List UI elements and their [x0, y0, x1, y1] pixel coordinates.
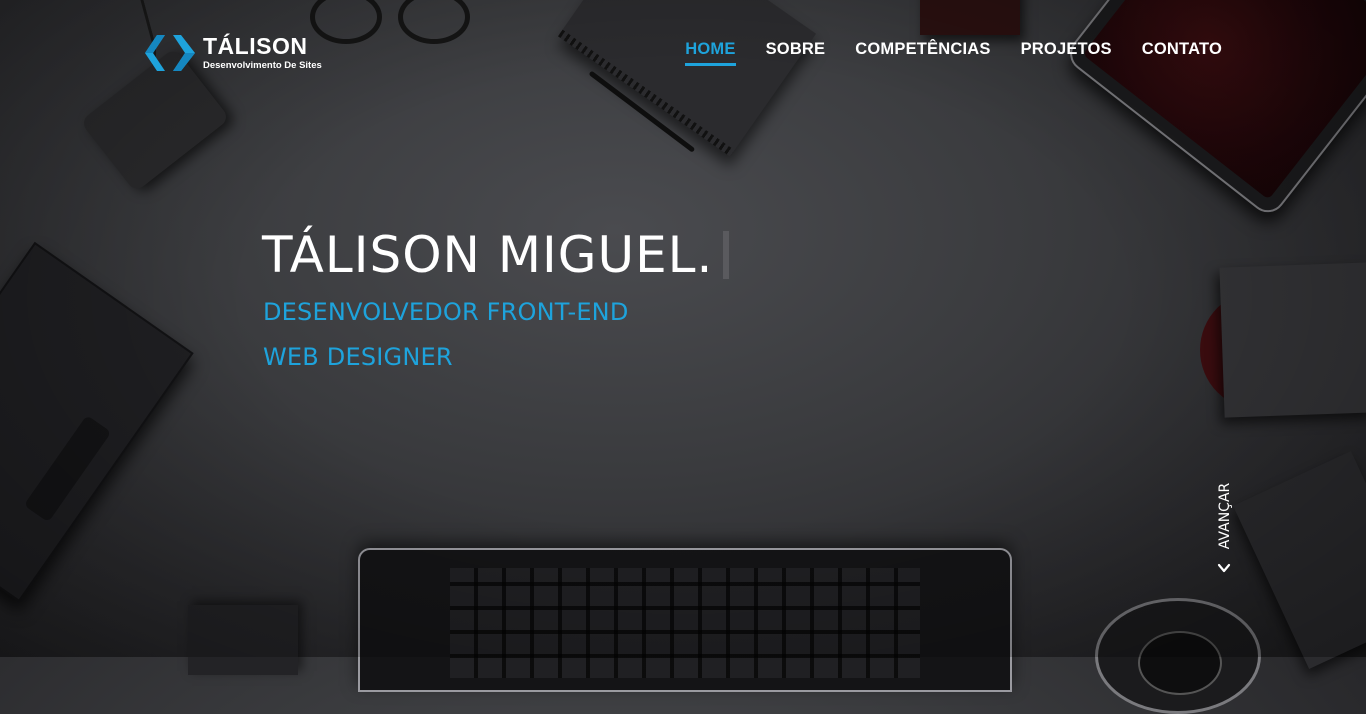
folder-decoration — [1219, 262, 1366, 418]
advance-label: AVANÇAR — [1217, 482, 1233, 550]
site-logo[interactable]: TÁLISON Desenvolvimento De Sites — [143, 33, 322, 73]
code-brackets-icon — [143, 33, 197, 73]
nav-item-competencias[interactable]: COMPETÊNCIAS — [855, 40, 990, 63]
clipboard-decoration — [0, 241, 194, 603]
typing-cursor — [723, 231, 730, 279]
small-book-decoration — [188, 605, 298, 675]
nav-item-contato[interactable]: CONTATO — [1142, 40, 1222, 63]
hero-role-front-end: DESENVOLVEDOR FRONT-END — [263, 298, 629, 326]
tablet-decoration — [1062, 0, 1366, 220]
pen-decoration — [588, 70, 696, 153]
laptop-decoration — [358, 548, 1012, 692]
coffee-cup-decoration — [1095, 598, 1261, 714]
advance-scroll-button[interactable]: AVANÇAR — [1205, 480, 1245, 580]
hero-name-text: TÁLISON MIGUEL. — [262, 226, 714, 284]
card-decoration — [1233, 450, 1366, 670]
nav-item-home[interactable]: HOME — [685, 40, 736, 66]
glasses-decoration — [310, 0, 470, 44]
main-nav: HOME SOBRE COMPETÊNCIAS PROJETOS CONTATO — [685, 40, 1222, 66]
hero-role-web-designer: WEB DESIGNER — [263, 343, 453, 371]
nav-item-sobre[interactable]: SOBRE — [766, 40, 826, 63]
background-desk-image — [0, 0, 1366, 714]
disc-decoration — [1200, 290, 1320, 410]
notebook-decoration — [557, 0, 817, 157]
chevron-down-icon — [1217, 560, 1231, 574]
logo-title: TÁLISON — [203, 33, 308, 60]
hero-name: TÁLISON MIGUEL. — [262, 226, 730, 284]
nav-item-projetos[interactable]: PROJETOS — [1021, 40, 1112, 63]
logo-subtitle: Desenvolvimento De Sites — [203, 60, 322, 72]
logo-text: TÁLISON Desenvolvimento De Sites — [203, 35, 322, 71]
book-decoration — [920, 0, 1020, 35]
